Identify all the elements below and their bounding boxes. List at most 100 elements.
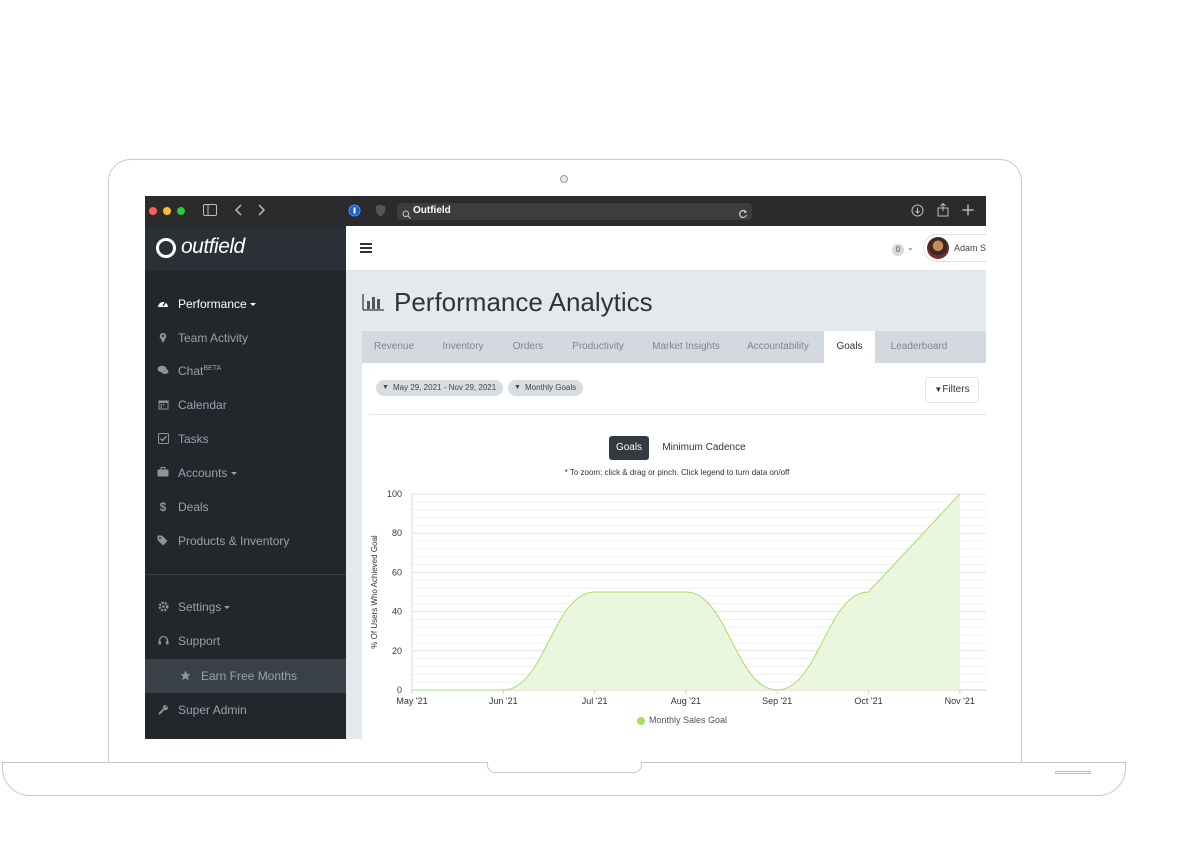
beta-badge: BETA: [203, 365, 222, 372]
checkbox-icon: [157, 433, 169, 445]
legend-label: Monthly Sales Goal: [649, 715, 728, 725]
sidebar-item-calendar[interactable]: Calendar: [145, 391, 346, 421]
page-title: Performance Analytics: [394, 287, 653, 317]
sidebar-item-label: Tasks: [178, 432, 209, 446]
sidebar-item-label: Products & Inventory: [178, 534, 290, 548]
tab-accountability[interactable]: Accountability: [732, 331, 824, 363]
sidebar-item-label: Accounts: [178, 466, 228, 480]
sidebar-toggle-icon[interactable]: [203, 204, 217, 218]
tab-goals[interactable]: Goals: [824, 331, 875, 363]
filters-button[interactable]: ▼Filters: [925, 377, 979, 403]
y-axis-ticks: 0 20 40 60 80 100: [387, 489, 402, 695]
sidebar-item-tasks[interactable]: Tasks: [145, 425, 346, 455]
sidebar-item-chat[interactable]: ChatBETA: [145, 357, 346, 387]
dollar-icon: $: [159, 500, 167, 514]
x-tick-label: May '21: [396, 696, 427, 706]
x-tick-label: Sep '21: [762, 696, 792, 706]
new-tab-icon[interactable]: [962, 204, 974, 218]
sidebar-item-settings[interactable]: Settings: [145, 593, 346, 623]
data-point: [867, 590, 871, 594]
sidebar-item-support[interactable]: Support: [145, 627, 346, 657]
user-name: Adam S: [954, 243, 986, 253]
camera-dot: [560, 175, 568, 183]
minimize-window-button[interactable]: [163, 207, 171, 215]
address-bar[interactable]: Outfield: [397, 203, 752, 220]
briefcase-icon: [157, 467, 169, 479]
sidebar-item-label: Super Admin: [178, 703, 247, 717]
sidebar: outfield Performance Team Activity ChatB…: [145, 226, 346, 739]
x-tick-label: Aug '21: [671, 696, 701, 706]
minimum-cadence-toggle-button[interactable]: Minimum Cadence: [659, 436, 749, 460]
tab-orders[interactable]: Orders: [500, 331, 556, 363]
star-icon: [179, 670, 191, 682]
date-range-filter-chip[interactable]: ▼ May 29, 2021 - Nov 29, 2021: [376, 380, 504, 396]
sidebar-item-label: Deals: [178, 500, 209, 514]
goals-chart[interactable]: 0 20 40 60 80 100 May '21 Jun '21 Jul '21 Aug '2…: [362, 481, 986, 711]
tab-inventory[interactable]: Inventory: [426, 331, 500, 363]
headset-icon: [157, 635, 169, 647]
forward-icon[interactable]: [258, 204, 266, 218]
chevron-down-icon[interactable]: ⌄: [907, 243, 914, 252]
sidebar-item-super-admin[interactable]: Super Admin: [145, 696, 346, 726]
funnel-icon: ▼: [514, 384, 521, 391]
bar-chart-icon: [362, 293, 384, 311]
hamburger-menu-icon[interactable]: [360, 243, 372, 253]
sidebar-item-team-activity[interactable]: Team Activity: [145, 324, 346, 354]
password-manager-icon[interactable]: [348, 204, 361, 219]
close-window-button[interactable]: [149, 207, 157, 215]
tab-productivity[interactable]: Productivity: [556, 331, 640, 363]
sidebar-item-label: Performance: [178, 297, 247, 311]
filters-button-label: Filters: [942, 384, 970, 395]
legend-marker: [637, 717, 645, 725]
x-tick-label: Oct '21: [854, 696, 882, 706]
sidebar-item-performance[interactable]: Performance: [145, 290, 346, 320]
sidebar-divider: [145, 574, 346, 575]
logo-ring-icon: [156, 238, 176, 258]
sidebar-item-label: Support: [178, 634, 221, 648]
sidebar-item-earn-free-months[interactable]: Earn Free Months: [145, 659, 346, 693]
sidebar-item-accounts[interactable]: Accounts: [145, 459, 346, 489]
logo[interactable]: outfield: [145, 226, 346, 271]
chat-icon: [157, 365, 169, 377]
share-icon[interactable]: [937, 202, 949, 219]
gear-icon: [157, 601, 169, 613]
sidebar-item-label: Earn Free Months: [201, 669, 298, 683]
laptop-notch: [487, 762, 642, 773]
reload-icon[interactable]: [738, 206, 748, 224]
notification-badge[interactable]: 0: [892, 244, 904, 256]
laptop-slot: [1055, 771, 1091, 774]
shield-icon[interactable]: [375, 204, 386, 219]
zoom-hint: * To zoom: click & drag or pinch. Click …: [564, 468, 790, 477]
y-tick-label: 60: [392, 567, 402, 577]
data-point: [410, 688, 414, 692]
sidebar-item-label: ChatBETA: [178, 364, 221, 378]
sidebar-item-label: Team Activity: [178, 331, 249, 345]
screen: Outfield outfield Performance Team Activ…: [145, 196, 986, 739]
goals-toggle-button[interactable]: Goals: [609, 436, 649, 460]
sidebar-item-products-inventory[interactable]: Products & Inventory: [145, 527, 346, 557]
tab-revenue[interactable]: Revenue: [362, 331, 426, 363]
y-axis-label: % Of Users Who Achieved Goal: [370, 535, 379, 649]
url-text: Outfield: [413, 205, 451, 216]
funnel-icon: ▼: [382, 384, 389, 391]
top-bar: 0 ⌄ Adam S: [346, 226, 986, 271]
tab-market-insights[interactable]: Market Insights: [640, 331, 732, 363]
back-icon[interactable]: [234, 204, 242, 218]
date-range-label: May 29, 2021 - Nov 29, 2021: [393, 383, 497, 392]
dashboard-icon: [157, 298, 169, 310]
x-tick-label: Nov '21: [945, 696, 975, 706]
x-tick-label: Jul '21: [582, 696, 608, 706]
goals-panel: ▼ May 29, 2021 - Nov 29, 2021 ▼ Monthly …: [362, 363, 986, 739]
tags-icon: [157, 535, 169, 547]
user-menu[interactable]: Adam S: [923, 234, 986, 262]
maximize-window-button[interactable]: [177, 207, 185, 215]
calendar-icon: [157, 399, 169, 411]
x-tick-label: Jun '21: [489, 696, 518, 706]
download-icon[interactable]: [911, 204, 924, 219]
tab-leaderboard[interactable]: Leaderboard: [875, 331, 963, 363]
sidebar-item-deals[interactable]: $ Deals: [145, 493, 346, 523]
data-point: [684, 590, 688, 594]
goal-filter-label: Monthly Goals: [525, 383, 577, 392]
y-tick-label: 40: [392, 607, 402, 617]
goal-filter-chip[interactable]: ▼ Monthly Goals: [508, 380, 584, 396]
